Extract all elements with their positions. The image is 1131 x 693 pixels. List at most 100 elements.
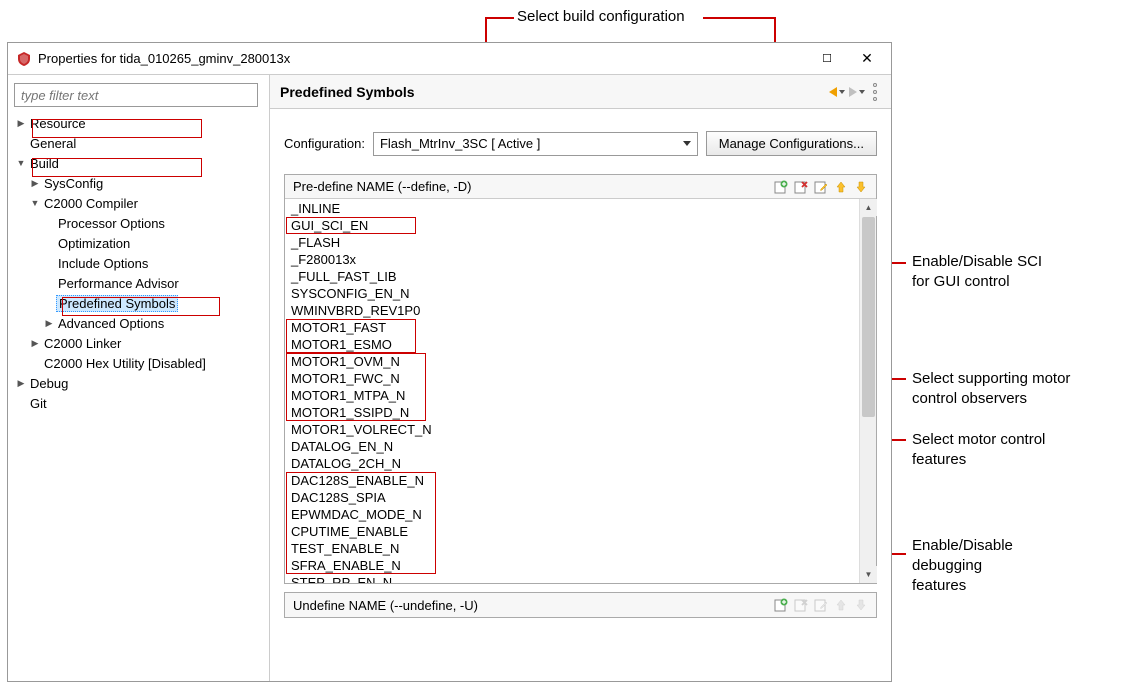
tree-item-general[interactable]: ▶General bbox=[14, 133, 269, 153]
panel-title: Predefined Symbols bbox=[280, 84, 829, 100]
close-button[interactable]: ✕ bbox=[847, 45, 887, 73]
symbol-item[interactable]: MOTOR1_VOLRECT_N bbox=[287, 421, 857, 438]
move-down-icon[interactable] bbox=[854, 180, 868, 194]
symbol-item[interactable]: GUI_SCI_EN bbox=[287, 217, 857, 234]
maximize-button[interactable]: ☐ bbox=[807, 45, 847, 73]
symbol-item[interactable]: MOTOR1_FWC_N bbox=[287, 370, 857, 387]
app-icon bbox=[16, 51, 32, 67]
arrow-segment bbox=[703, 17, 776, 19]
configuration-label: Configuration: bbox=[284, 136, 365, 151]
tree-label: Processor Options bbox=[56, 216, 167, 231]
tree-item-processor-options[interactable]: Processor Options bbox=[14, 213, 269, 233]
move-down-icon bbox=[854, 598, 868, 612]
symbol-item[interactable]: TEST_ENABLE_N bbox=[287, 540, 857, 557]
tree-item-git[interactable]: ▶Git bbox=[14, 393, 269, 413]
tree-label: Git bbox=[28, 396, 49, 411]
nav-forward-button[interactable] bbox=[849, 87, 865, 97]
callout-features-1: Select motor control bbox=[912, 431, 1045, 448]
tree-label: Predefined Symbols bbox=[56, 295, 178, 312]
properties-window: Properties for tida_010265_gminv_280013x… bbox=[7, 42, 892, 682]
callout-observers-2: control observers bbox=[912, 390, 1027, 407]
tree-item-c2000-linker[interactable]: ▶C2000 Linker bbox=[14, 333, 269, 353]
tree-item-build[interactable]: ▼Build bbox=[14, 153, 269, 173]
predefine-title: Pre-define NAME (--define, -D) bbox=[293, 179, 774, 194]
scrollbar[interactable]: ▲ ▼ bbox=[859, 199, 876, 583]
manage-configurations-button[interactable]: Manage Configurations... bbox=[706, 131, 877, 156]
undefine-title: Undefine NAME (--undefine, -U) bbox=[293, 598, 774, 613]
symbol-item[interactable]: MOTOR1_ESMO bbox=[287, 336, 857, 353]
tree-label: Build bbox=[28, 156, 61, 171]
configuration-value: Flash_MtrInv_3SC [ Active ] bbox=[380, 136, 540, 151]
tree-item-c2000-hex[interactable]: C2000 Hex Utility [Disabled] bbox=[14, 353, 269, 373]
symbol-item[interactable]: _INLINE bbox=[287, 200, 857, 217]
symbol-item[interactable]: EPWMDAC_MODE_N bbox=[287, 506, 857, 523]
arrow-segment bbox=[485, 17, 514, 19]
nav-back-button[interactable] bbox=[829, 87, 845, 97]
scroll-thumb[interactable] bbox=[862, 217, 875, 417]
symbol-item[interactable]: MOTOR1_SSIPD_N bbox=[287, 404, 857, 421]
property-tree: ▶Resource ▶General ▼Build ▶SysConfig ▼C2… bbox=[14, 113, 269, 413]
symbol-item[interactable]: DATALOG_2CH_N bbox=[287, 455, 857, 472]
add-icon[interactable] bbox=[774, 598, 788, 612]
symbol-item[interactable]: WMINVBRD_REV1P0 bbox=[287, 302, 857, 319]
tree-label: Debug bbox=[28, 376, 70, 391]
symbol-item[interactable]: STEP_RP_EN_N bbox=[287, 574, 857, 583]
symbol-item[interactable]: _FLASH bbox=[287, 234, 857, 251]
move-up-icon bbox=[834, 598, 848, 612]
predefine-header: Pre-define NAME (--define, -D) bbox=[285, 175, 876, 199]
callout-features-2: features bbox=[912, 451, 966, 468]
scroll-up-button[interactable]: ▲ bbox=[860, 199, 877, 216]
tree-label: Include Options bbox=[56, 256, 150, 271]
callout-top: Select build configuration bbox=[517, 8, 685, 25]
window-title: Properties for tida_010265_gminv_280013x bbox=[38, 51, 807, 66]
edit-icon bbox=[814, 598, 828, 612]
symbol-item[interactable]: DATALOG_EN_N bbox=[287, 438, 857, 455]
tree-item-sysconfig[interactable]: ▶SysConfig bbox=[14, 173, 269, 193]
filter-input[interactable] bbox=[14, 83, 258, 107]
main-panel: Predefined Symbols Configuration: Flash_… bbox=[270, 75, 891, 681]
tree-label: C2000 Linker bbox=[42, 336, 123, 351]
tree-item-predefined-symbols[interactable]: Predefined Symbols bbox=[14, 293, 269, 313]
panel-menu-button[interactable] bbox=[869, 83, 881, 101]
callout-debug-2: debugging bbox=[912, 557, 982, 574]
callout-debug-1: Enable/Disable bbox=[912, 537, 1013, 554]
undefine-header: Undefine NAME (--undefine, -U) bbox=[285, 593, 876, 617]
symbol-item[interactable]: _FULL_FAST_LIB bbox=[287, 268, 857, 285]
symbol-item[interactable]: SYSCONFIG_EN_N bbox=[287, 285, 857, 302]
callout-sci-2: for GUI control bbox=[912, 273, 1010, 290]
edit-icon[interactable] bbox=[814, 180, 828, 194]
tree-item-advanced-options[interactable]: ▶Advanced Options bbox=[14, 313, 269, 333]
chevron-down-icon bbox=[683, 141, 691, 146]
symbol-item[interactable]: MOTOR1_OVM_N bbox=[287, 353, 857, 370]
symbol-list[interactable]: _INLINEGUI_SCI_EN_FLASH_F280013x_FULL_FA… bbox=[285, 199, 859, 583]
titlebar: Properties for tida_010265_gminv_280013x… bbox=[8, 43, 891, 75]
tree-label: General bbox=[28, 136, 78, 151]
callout-sci-1: Enable/Disable SCI bbox=[912, 253, 1042, 270]
tree-label: Resource bbox=[28, 116, 88, 131]
configuration-select[interactable]: Flash_MtrInv_3SC [ Active ] bbox=[373, 132, 698, 156]
predefine-panel: Pre-define NAME (--define, -D) _INLINEGU… bbox=[284, 174, 877, 584]
scroll-down-button[interactable]: ▼ bbox=[860, 566, 877, 583]
symbol-item[interactable]: DAC128S_ENABLE_N bbox=[287, 472, 857, 489]
delete-icon[interactable] bbox=[794, 180, 808, 194]
symbol-item[interactable]: SFRA_ENABLE_N bbox=[287, 557, 857, 574]
configuration-row: Configuration: Flash_MtrInv_3SC [ Active… bbox=[270, 109, 891, 174]
symbol-item[interactable]: CPUTIME_ENABLE bbox=[287, 523, 857, 540]
move-up-icon[interactable] bbox=[834, 180, 848, 194]
tree-label: Advanced Options bbox=[56, 316, 166, 331]
tree-item-optimization[interactable]: Optimization bbox=[14, 233, 269, 253]
symbol-item[interactable]: MOTOR1_MTPA_N bbox=[287, 387, 857, 404]
delete-icon bbox=[794, 598, 808, 612]
symbol-item[interactable]: _F280013x bbox=[287, 251, 857, 268]
tree-item-performance-advisor[interactable]: Performance Advisor bbox=[14, 273, 269, 293]
add-icon[interactable] bbox=[774, 180, 788, 194]
tree-label: Performance Advisor bbox=[56, 276, 181, 291]
symbol-item[interactable]: MOTOR1_FAST bbox=[287, 319, 857, 336]
tree-item-resource[interactable]: ▶Resource bbox=[14, 113, 269, 133]
callout-observers-1: Select supporting motor bbox=[912, 370, 1070, 387]
tree-item-debug[interactable]: ▶Debug bbox=[14, 373, 269, 393]
tree-item-include-options[interactable]: Include Options bbox=[14, 253, 269, 273]
symbol-item[interactable]: DAC128S_SPIA bbox=[287, 489, 857, 506]
tree-label: C2000 Hex Utility [Disabled] bbox=[42, 356, 208, 371]
tree-item-c2000-compiler[interactable]: ▼C2000 Compiler bbox=[14, 193, 269, 213]
